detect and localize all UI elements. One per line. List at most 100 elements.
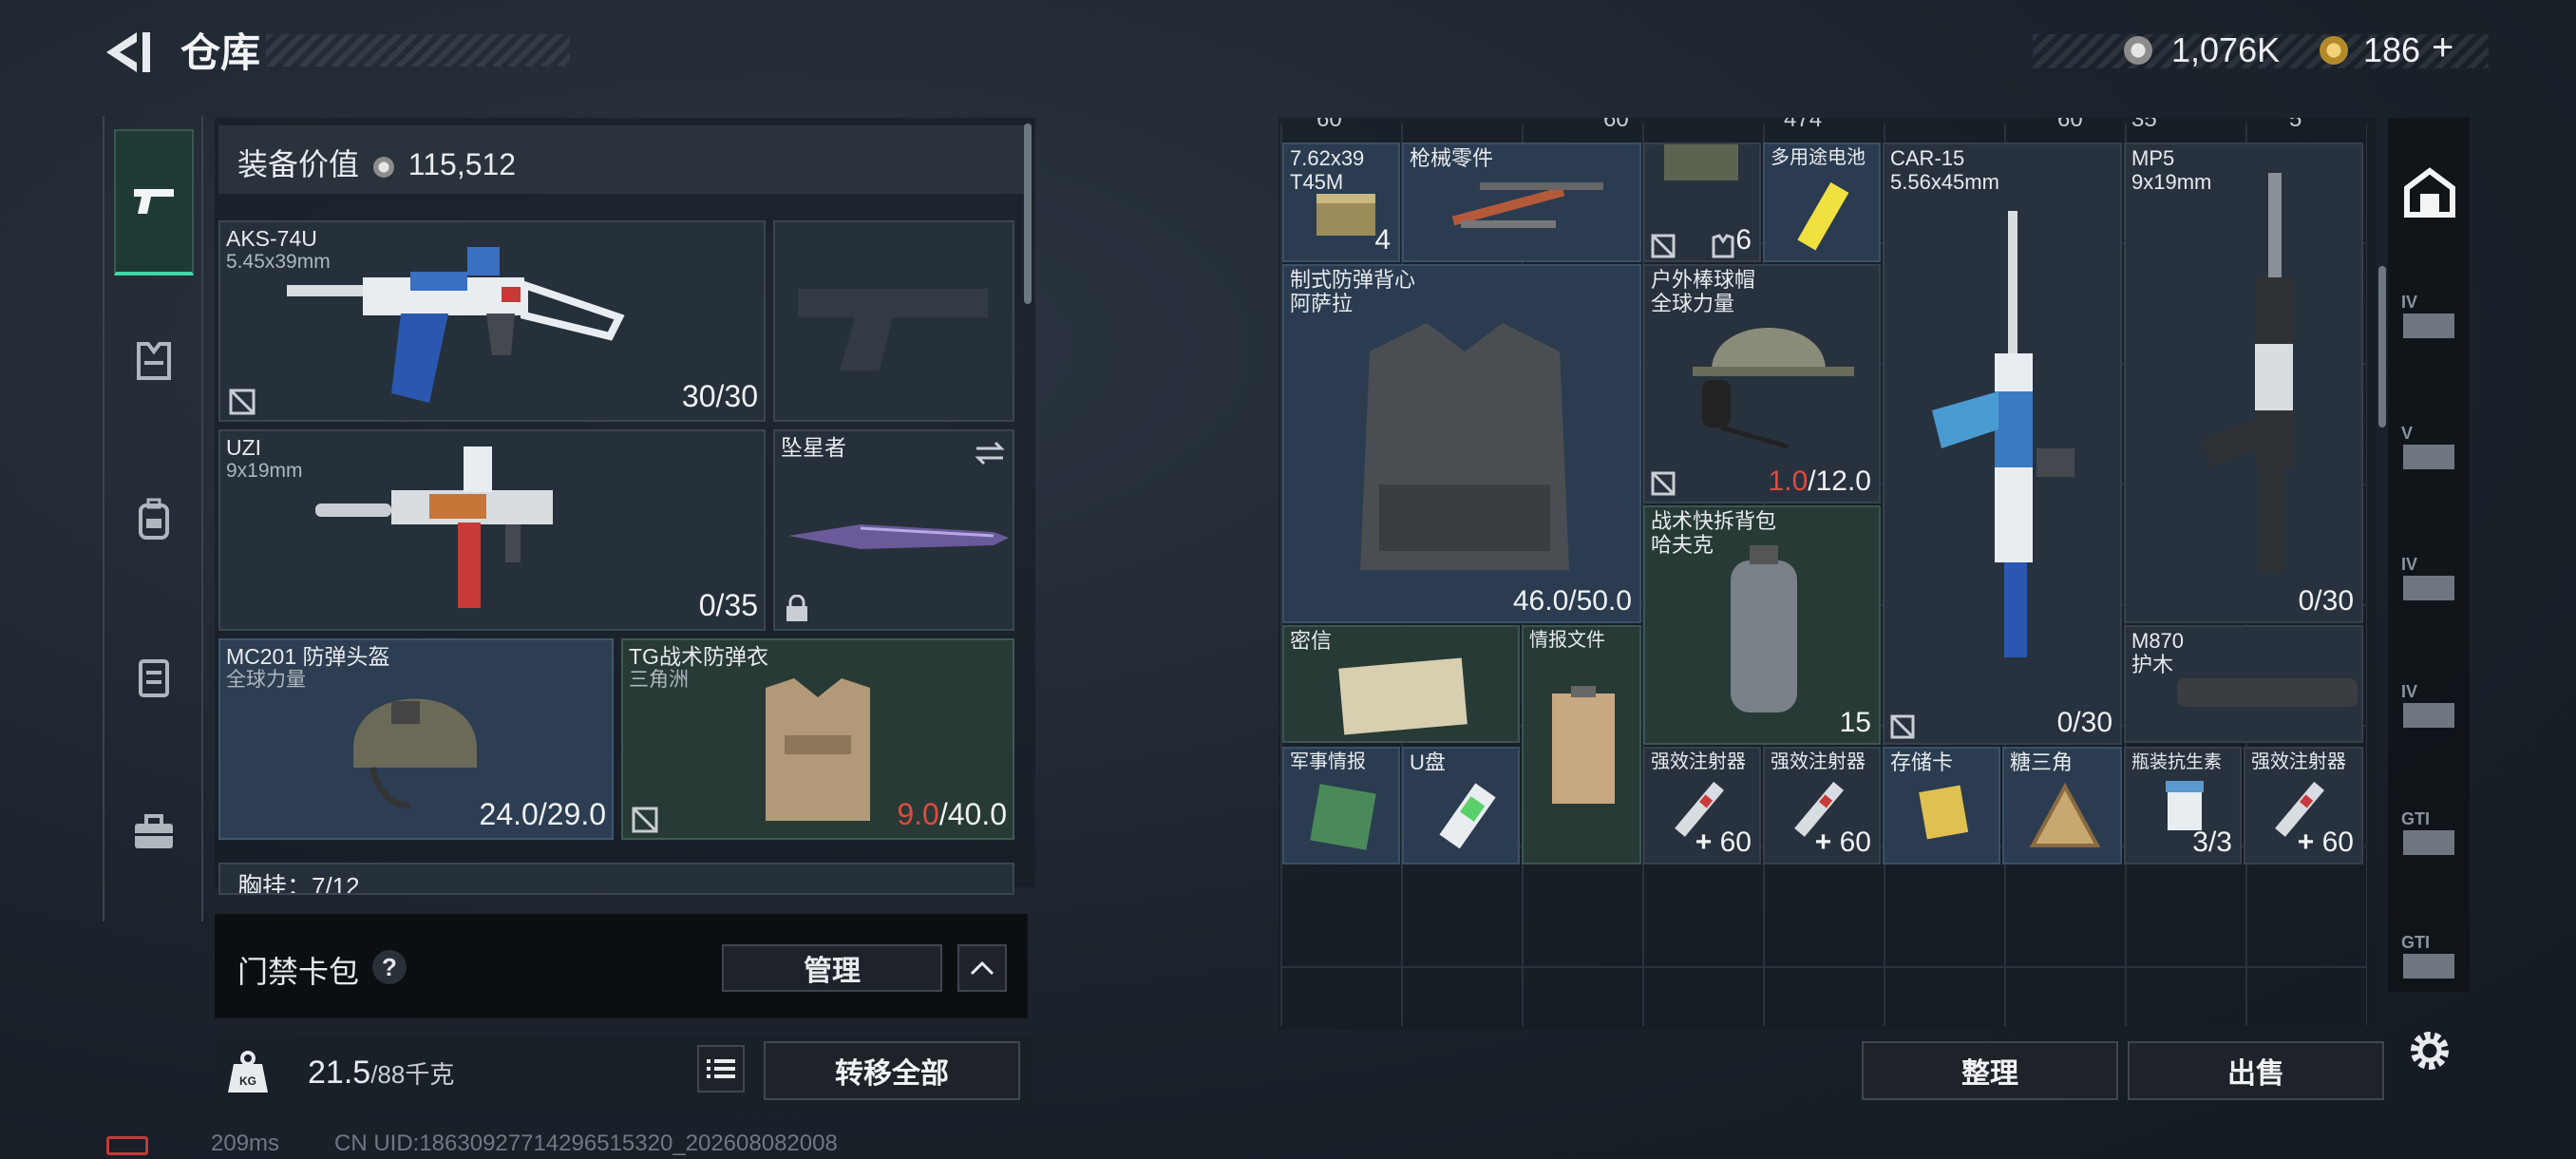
item-injector[interactable]: 强效注射器 + 60: [1643, 747, 1761, 864]
sd-card-icon: [1919, 785, 1969, 840]
item-name: U盘: [1410, 750, 1446, 774]
sort-button[interactable]: 整理: [1862, 1041, 2118, 1100]
silver-coin-icon: [2124, 36, 2152, 65]
item-injector[interactable]: 强效注射器 + 60: [2244, 747, 2363, 864]
warehouse-icon: [2404, 167, 2455, 218]
list-view-button[interactable]: [697, 1045, 745, 1092]
item-ammo-762[interactable]: 7.62x39 T45M 4: [1282, 142, 1400, 262]
silver-amount: 1,076K: [2171, 30, 2281, 69]
melee-name: 坠星者: [781, 435, 846, 460]
item-tactical-pouch[interactable]: 6: [1643, 142, 1761, 262]
svg-text:KG: KG: [239, 1074, 256, 1088]
item-count: + 60: [1814, 826, 1871, 858]
collapse-button[interactable]: [957, 944, 1007, 992]
aks74u-rifle-icon: [287, 247, 625, 403]
item-battery[interactable]: 多用途电池: [1763, 142, 1881, 262]
usb-icon: [1439, 783, 1496, 849]
item-mp5-smg[interactable]: MP5 9x19mm 0/30: [2124, 142, 2363, 623]
pistol-slot-empty[interactable]: [773, 220, 1014, 422]
item-name: 情报文件: [1529, 630, 1605, 651]
item-usb-drive[interactable]: U盘: [1402, 747, 1520, 864]
gold-coin-icon: [2320, 36, 2348, 65]
helmet-brand: 全球力量: [226, 669, 306, 691]
briefcase-icon: [135, 814, 173, 848]
item-name: 强效注射器: [1771, 751, 1866, 772]
nav-pouch-tab[interactable]: [114, 636, 194, 716]
vest-icon: [137, 342, 171, 380]
item-count: 46.0/50.0: [1512, 585, 1632, 617]
equipment-value-amount: 115,512: [407, 147, 517, 181]
gear-icon[interactable]: [2403, 1024, 2456, 1077]
item-secret-letter[interactable]: 密信: [1282, 625, 1520, 743]
storage-scrollbar[interactable]: [2378, 266, 2386, 428]
durability-max: /40.0: [938, 797, 1007, 831]
ping-readout: 209ms: [211, 1130, 280, 1156]
item-intel-file[interactable]: 情报文件: [1522, 625, 1641, 864]
nav-case-tab[interactable]: [114, 792, 194, 872]
partial-count: 35: [2131, 118, 2157, 132]
cap-headset-icon: [1693, 328, 1854, 449]
nav-armor-tab[interactable]: [114, 321, 194, 401]
chevron-up-icon: [970, 960, 994, 976]
help-glyph: ?: [382, 952, 397, 981]
help-icon[interactable]: ?: [372, 950, 407, 984]
tier-label: IV: [2401, 555, 2417, 574]
storage-expansion-tab[interactable]: GTI: [2396, 800, 2464, 868]
circuit-board-icon: [1310, 784, 1376, 850]
backpack-icon: [1731, 545, 1797, 712]
item-standard-vest[interactable]: 制式防弹背心 阿萨拉 46.0/50.0: [1282, 264, 1641, 623]
storage-home-tab[interactable]: [2396, 158, 2464, 226]
chest-rig-slot[interactable]: 胸挂：7/12: [218, 863, 1014, 895]
item-count-value: 60: [1719, 826, 1752, 858]
durability: 9.0/40.0: [897, 797, 1007, 832]
storage-expansion-tab[interactable]: IV: [2396, 673, 2464, 741]
body-armor-slot[interactable]: TG战术防弹衣 三角洲 9.0/40.0: [621, 638, 1014, 840]
item-sugar-triangle[interactable]: 糖三角: [2002, 747, 2122, 864]
page-title: 仓库: [180, 30, 261, 75]
weight-max: /88千克: [370, 1060, 455, 1089]
item-name: 存储卡: [1890, 750, 1954, 774]
nav-weapons-tab[interactable]: [114, 129, 194, 276]
back-arrow-icon[interactable]: [103, 28, 156, 76]
item-count: + 60: [1695, 826, 1752, 858]
item-count: + 60: [2297, 826, 2354, 858]
storage-expansion-tab[interactable]: IV: [2396, 283, 2464, 352]
helmet-icon: [353, 698, 477, 808]
expansion-case-icon: GTI: [2401, 933, 2454, 978]
durability-current: 1.0: [1768, 466, 1809, 497]
item-backpack[interactable]: 战术快拆背包 哈夫克 15: [1643, 505, 1881, 745]
melee-slot[interactable]: 坠星者: [773, 429, 1014, 631]
item-memory-card[interactable]: 存储卡: [1883, 747, 2000, 864]
manage-button[interactable]: 管理: [722, 944, 942, 992]
partial-count: 60: [1316, 118, 1342, 132]
item-m870-handguard[interactable]: M870 护木: [2124, 625, 2363, 743]
weight-readout: 21.5/88千克: [308, 1054, 454, 1092]
tier-label: GTI: [2401, 933, 2430, 952]
sell-button[interactable]: 出售: [2128, 1041, 2384, 1100]
weapon-caliber: 9x19mm: [226, 460, 303, 482]
transfer-all-button[interactable]: 转移全部: [764, 1041, 1020, 1100]
nav-backpack-tab[interactable]: [114, 479, 194, 559]
gold-amount: 186: [2363, 30, 2421, 69]
storage-expansion-tab[interactable]: GTI: [2396, 923, 2464, 992]
storage-expansion-tab[interactable]: IV: [2396, 545, 2464, 614]
secondary-weapon-slot[interactable]: UZI 9x19mm 0/35: [218, 429, 766, 631]
item-injector[interactable]: 强效注射器 + 60: [1763, 747, 1881, 864]
item-military-intel[interactable]: 军事情报: [1282, 747, 1400, 864]
mp5-smg-icon: [2202, 173, 2293, 572]
swap-icon[interactable]: [973, 439, 1007, 467]
item-name: 多用途电池: [1771, 147, 1866, 168]
item-baseball-cap[interactable]: 户外棒球帽 全球力量 1.0/12.0: [1643, 264, 1881, 504]
add-gold-button[interactable]: +: [2432, 27, 2453, 69]
item-antibiotics[interactable]: 瓶装抗生素 3/3: [2124, 747, 2242, 864]
battery-icon: [106, 1136, 148, 1155]
storage-expansion-tab[interactable]: V: [2396, 414, 2464, 483]
item-gun-parts[interactable]: 枪械零件: [1402, 142, 1641, 262]
item-car15-rifle[interactable]: CAR-15 5.56x45mm 0/30: [1883, 142, 2122, 745]
helmet-slot[interactable]: MC201 防弹头盔 全球力量 24.0/29.0: [218, 638, 614, 840]
weapon-name: UZI: [226, 435, 262, 460]
primary-weapon-slot[interactable]: AKS-74U 5.45x39mm 30/30: [218, 220, 766, 422]
item-name: 强效注射器: [1651, 751, 1746, 772]
durability-current: 9.0: [897, 797, 939, 831]
equipment-scrollbar[interactable]: [1024, 124, 1032, 304]
